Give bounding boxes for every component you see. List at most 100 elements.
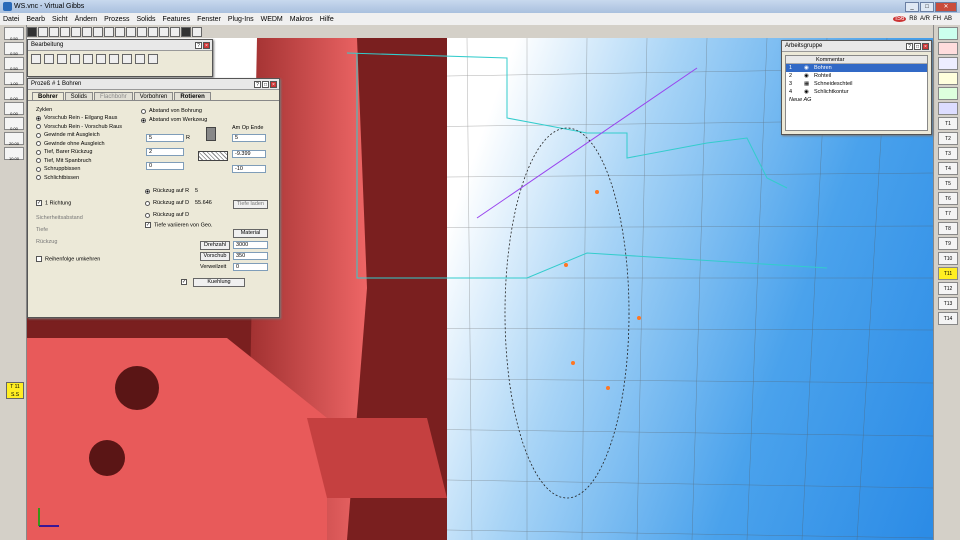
menu-bearb[interactable]: Bearb (26, 16, 45, 23)
shape-icon[interactable] (93, 26, 103, 37)
left-tool-7[interactable]: 0.00 (4, 117, 24, 131)
right-tool-t12[interactable]: T12 (938, 282, 958, 295)
ag-row-2[interactable]: 2 ◉ Rohteil (786, 72, 927, 80)
tiefe-variieren-checkbox[interactable]: ✓ Tiefe variieren von Geo. (145, 222, 213, 228)
right-icon-2[interactable] (938, 42, 958, 55)
menu-makros[interactable]: Makros (290, 16, 313, 23)
kuehlung-button[interactable]: Kuehlung (193, 278, 245, 287)
circle-icon[interactable] (71, 26, 81, 37)
kuehlung-checkbox[interactable]: ✓ (181, 279, 190, 285)
tab-solids[interactable]: Solids (64, 92, 94, 100)
right-tool-t14[interactable]: T14 (938, 312, 958, 325)
right-tool-t5[interactable]: T5 (938, 177, 958, 190)
left-tool-6[interactable]: 0.00 (4, 102, 24, 116)
verweilzeit-field[interactable]: 0 (233, 263, 268, 271)
right-tool-t10[interactable]: T10 (938, 252, 958, 265)
right-tool-t3[interactable]: T3 (938, 147, 958, 160)
ag-row-1[interactable]: 1 ◉ Bohren (786, 64, 927, 72)
menu-plugins[interactable]: Plug-Ins (228, 16, 254, 23)
prozess-max-button[interactable]: □ (262, 80, 269, 88)
layer-icon[interactable] (181, 26, 191, 37)
tab-rotieren[interactable]: Rotieren (174, 92, 211, 100)
material-button[interactable]: Material (233, 229, 268, 238)
field-r-end[interactable]: 5 (232, 134, 266, 142)
right-tool-t2[interactable]: T2 (938, 132, 958, 145)
left-tool-9[interactable]: 10.00 (4, 147, 24, 161)
left-tool-1[interactable]: 0.50 (4, 27, 24, 41)
right-icon-6[interactable] (938, 102, 958, 115)
menu-sicht[interactable]: Sicht (52, 16, 68, 23)
view-icon[interactable] (27, 26, 37, 37)
right-icon-3[interactable] (938, 57, 958, 70)
op-wire-icon[interactable] (148, 54, 158, 64)
left-tool-4[interactable]: 1.00 (4, 72, 24, 86)
left-tool-8[interactable]: 20.00 (4, 132, 24, 146)
ag-help-button[interactable]: ? (906, 42, 913, 50)
field-3[interactable]: 0 (146, 162, 184, 170)
right-tool-t13[interactable]: T13 (938, 297, 958, 310)
menu-hilfe[interactable]: Hilfe (320, 16, 334, 23)
palette-help-button[interactable]: ? (195, 41, 202, 49)
right-icon-5[interactable] (938, 87, 958, 100)
palette-close-button[interactable]: × (203, 41, 210, 49)
right-tool-t9[interactable]: T9 (938, 237, 958, 250)
ag-row-4[interactable]: 4 ◉ Schlichtkontur (786, 88, 927, 96)
left-tool-3[interactable]: 0.50 (4, 57, 24, 71)
zyklus-radio-1[interactable]: Vorschub Rein - Eilgang Raus (36, 114, 141, 123)
drehzahl-button[interactable]: Drehzahl (200, 241, 230, 250)
point-icon[interactable] (49, 26, 59, 37)
box-icon[interactable] (82, 26, 92, 37)
right-tool-t11[interactable]: T11 (938, 267, 958, 280)
drehzahl-field[interactable]: 3000 (233, 241, 268, 249)
right-icon-1[interactable] (938, 27, 958, 40)
rueckzug-d2-radio[interactable]: Rückzug auf D (145, 211, 189, 220)
op-mill-icon[interactable] (122, 54, 132, 64)
menu-prozess[interactable]: Prozess (104, 16, 129, 23)
op-cutoff-icon[interactable] (109, 54, 119, 64)
op-drill-icon[interactable] (96, 54, 106, 64)
abstand-bohrung-radio[interactable]: Abstand von Bohrung (141, 107, 202, 116)
zyklus-radio-6[interactable]: Tief, Mit Spanbruch (36, 157, 141, 166)
op-thread-icon[interactable] (83, 54, 93, 64)
menu-fenster[interactable]: Fenster (197, 16, 221, 23)
menu-features[interactable]: Features (163, 16, 191, 23)
op-groove-icon[interactable] (70, 54, 80, 64)
zyklus-radio-8[interactable]: Schlichtbissen (36, 174, 141, 183)
menu-solids[interactable]: Solids (136, 16, 155, 23)
op-rough-icon[interactable] (44, 54, 54, 64)
zyklus-radio-5[interactable]: Tief, Barer Rückzug (36, 148, 141, 157)
op-pocket-icon[interactable] (135, 54, 145, 64)
field-2[interactable]: 2 (146, 148, 184, 156)
ag-close-button[interactable]: × (922, 42, 929, 50)
tab-bohrer[interactable]: Bohrer (32, 92, 64, 100)
right-tool-t1[interactable]: T1 (938, 117, 958, 130)
menu-datei[interactable]: Datei (3, 16, 19, 23)
render-icon[interactable] (148, 26, 158, 37)
tool-info[interactable]: T 11 S.S (6, 382, 24, 399)
right-tool-t8[interactable]: T8 (938, 222, 958, 235)
process-icon[interactable] (126, 26, 136, 37)
prozess-close-button[interactable]: × (270, 80, 277, 88)
post-icon[interactable] (170, 26, 180, 37)
ag-max-button[interactable]: □ (914, 42, 921, 50)
maximize-button[interactable]: □ (920, 1, 934, 12)
field-r[interactable]: 5 (146, 134, 184, 142)
ag-row-3[interactable]: 3 ▦ Schneideschteil (786, 80, 927, 88)
rueckzug-d-radio[interactable]: Rückzug auf D (145, 199, 189, 208)
eine-richtung-checkbox[interactable]: ✓ 1 Richtung (36, 200, 71, 206)
minimize-button[interactable]: _ (905, 1, 919, 12)
abstand-werkzeug-radio[interactable]: Abstand vom Werkzeug (141, 116, 207, 125)
solid-icon[interactable] (137, 26, 147, 37)
zyklus-radio-3[interactable]: Gewinde mit Ausgleich (36, 131, 141, 140)
field-bottom[interactable]: -10 (232, 165, 266, 173)
op-face-icon[interactable] (31, 54, 41, 64)
vorschub-field[interactable]: 350 (233, 252, 268, 260)
field-depth[interactable]: -9.399 (232, 150, 266, 158)
ag-new-group[interactable]: Neue AG (786, 96, 927, 104)
zyklus-radio-4[interactable]: Gewinde ohne Ausgleich (36, 140, 141, 149)
op-contour-icon[interactable] (57, 54, 67, 64)
pointer-icon[interactable] (104, 26, 114, 37)
left-tool-2[interactable]: 0.50 (4, 42, 24, 56)
menu-wedm[interactable]: WEDM (261, 16, 283, 23)
right-tool-t6[interactable]: T6 (938, 192, 958, 205)
